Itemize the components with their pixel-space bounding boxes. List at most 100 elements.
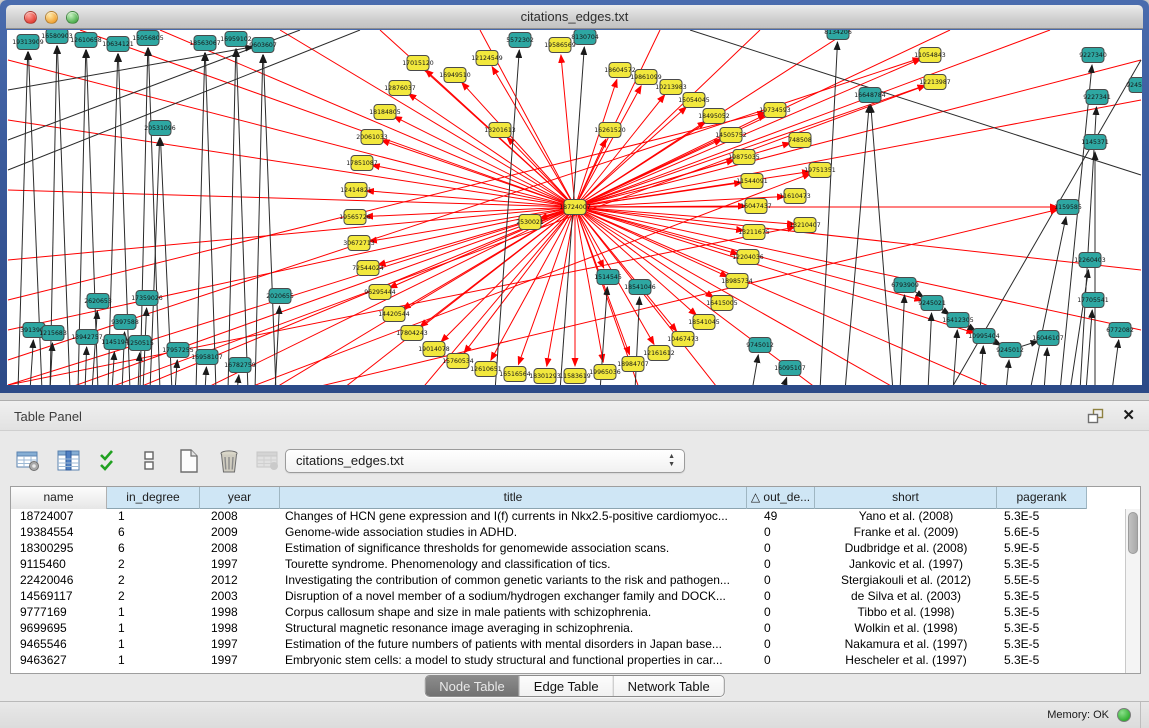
table-row[interactable]: 2242004622012Investigating the contribut… xyxy=(11,573,1125,589)
teal-node[interactable]: 18563067 xyxy=(189,36,221,51)
yellow-node[interactable]: 14505752 xyxy=(715,128,747,143)
yellow-node[interactable]: 10213983 xyxy=(655,80,687,95)
yellow-node[interactable]: 18541045 xyxy=(688,315,720,330)
yellow-node[interactable]: 11544091 xyxy=(736,174,768,189)
teal-node[interactable]: 17957255 xyxy=(162,343,194,358)
teal-node[interactable]: 12610658 xyxy=(70,33,102,48)
teal-node[interactable]: 17359026 xyxy=(131,291,163,306)
teal-node[interactable]: 15056805 xyxy=(132,31,164,46)
teal-node[interactable]: 16782759 xyxy=(224,358,256,373)
table-row[interactable]: 946362711997Embryonic stem cells: a mode… xyxy=(11,653,1125,669)
table-row[interactable]: 1872400712008Changes of HCN gene express… xyxy=(11,509,1125,525)
yellow-node[interactable]: 15054045 xyxy=(678,93,710,108)
unselect-rows-icon[interactable] xyxy=(134,446,164,476)
teal-node[interactable]: 1145194 xyxy=(101,335,129,350)
teal-node[interactable]: 9227340 xyxy=(1079,48,1107,63)
teal-node[interactable]: 16648784 xyxy=(854,88,886,103)
citation-network-graph[interactable]: 1872400717015120128760371818480520061033… xyxy=(7,30,1142,385)
teal-node[interactable]: 2020655 xyxy=(266,289,294,304)
yellow-node[interactable]: 748508 xyxy=(788,133,812,148)
yellow-node[interactable]: 15760534 xyxy=(442,354,474,369)
teal-node[interactable]: 1215683 xyxy=(39,326,67,341)
yellow-node[interactable]: 12876037 xyxy=(384,81,416,96)
yellow-node[interactable]: 19875035 xyxy=(728,150,760,165)
teal-node[interactable]: 16095107 xyxy=(774,361,806,376)
teal-node[interactable]: 9603607 xyxy=(249,38,277,53)
table-scrollbar[interactable] xyxy=(1125,509,1140,673)
yellow-node[interactable]: 16047437 xyxy=(740,199,772,214)
yellow-node[interactable]: 16949510 xyxy=(439,68,471,83)
yellow-node[interactable]: 19751351 xyxy=(804,163,836,178)
network-canvas[interactable]: 1872400717015120128760371818480520061033… xyxy=(7,30,1142,385)
teal-node[interactable]: 19313909 xyxy=(12,35,44,50)
yellow-node[interactable]: 18301293 xyxy=(529,369,561,384)
teal-node[interactable]: 5572302 xyxy=(506,33,534,48)
table-row[interactable]: 1830029562008Estimation of significance … xyxy=(11,541,1125,557)
table-row[interactable]: 969969511998Structural magnetic resonanc… xyxy=(11,621,1125,637)
select-all-icon[interactable] xyxy=(94,446,124,476)
column-header-out_degree[interactable]: △ out_de... xyxy=(747,487,815,509)
teal-node[interactable]: 9245012 xyxy=(996,343,1024,358)
yellow-node[interactable]: 14420544 xyxy=(378,307,410,322)
yellow-node[interactable]: 18985734 xyxy=(721,274,753,289)
teal-node[interactable]: 12260403 xyxy=(1074,253,1106,268)
yellow-node[interactable]: 12213987 xyxy=(919,75,951,90)
yellow-node[interactable]: 12414821 xyxy=(340,183,372,198)
teal-node[interactable]: 18541046 xyxy=(624,280,656,295)
teal-node[interactable]: 1159585 xyxy=(1054,200,1082,215)
teal-node[interactable]: 9245113 xyxy=(1126,78,1142,93)
table-row[interactable]: 911546021997Tourette syndrome. Phenomeno… xyxy=(11,557,1125,573)
teal-node[interactable]: 13942757 xyxy=(71,330,103,345)
yellow-node[interactable]: 20061033 xyxy=(356,130,388,145)
trash-icon[interactable] xyxy=(214,446,244,476)
attribute-table-settings-icon[interactable] xyxy=(14,446,44,476)
yellow-node[interactable]: 16516564 xyxy=(499,367,531,382)
yellow-node[interactable]: 19734593 xyxy=(759,103,791,118)
teal-node[interactable]: 1250515 xyxy=(126,336,154,351)
teal-node[interactable]: 6772082 xyxy=(1106,323,1134,338)
column-header-title[interactable]: title xyxy=(280,487,747,509)
table-row[interactable]: 946554611997Estimation of the future num… xyxy=(11,637,1125,653)
yellow-node[interactable]: 16261520 xyxy=(594,123,626,138)
table-select-dropdown[interactable]: citations_edges.txt ▲▼ xyxy=(285,449,685,473)
teal-node[interactable]: 9227341 xyxy=(1083,90,1111,105)
table-row[interactable]: 1938455462009Genome-wide association stu… xyxy=(11,525,1125,541)
window-titlebar[interactable]: citations_edges.txt xyxy=(6,5,1143,29)
teal-node[interactable]: 8134206 xyxy=(824,30,852,40)
yellow-node[interactable]: 19565726 xyxy=(339,210,371,225)
column-header-short[interactable]: short xyxy=(815,487,997,509)
yellow-node[interactable]: 18984707 xyxy=(617,357,649,372)
tab-node-table[interactable]: Node Table xyxy=(425,676,520,697)
teal-node[interactable]: 20531096 xyxy=(144,121,176,136)
scrollbar-thumb[interactable] xyxy=(1128,512,1138,554)
yellow-node[interactable]: 12161612 xyxy=(643,346,675,361)
teal-node[interactable]: 9397588 xyxy=(111,315,139,330)
teal-node[interactable]: 2620653 xyxy=(84,294,112,309)
tab-network-table[interactable]: Network Table xyxy=(614,676,724,697)
teal-node[interactable]: 6793909 xyxy=(891,278,919,293)
column-header-year[interactable]: year xyxy=(200,487,280,509)
yellow-node[interactable]: 13211675 xyxy=(738,225,770,240)
teal-node[interactable]: 16958107 xyxy=(191,350,223,365)
yellow-node[interactable]: 17015120 xyxy=(402,56,434,71)
yellow-node[interactable]: 11583619 xyxy=(559,369,591,384)
select-column-icon[interactable] xyxy=(54,446,84,476)
teal-node[interactable]: 9245021 xyxy=(918,296,946,311)
yellow-node[interactable]: 17804243 xyxy=(396,326,428,341)
yellow-node[interactable]: 2530021 xyxy=(516,215,544,230)
tab-edge-table[interactable]: Edge Table xyxy=(520,676,614,697)
table-row[interactable]: 1456911722003Disruption of a novel membe… xyxy=(11,589,1125,605)
yellow-node[interactable]: 30672713 xyxy=(343,236,375,251)
table-row[interactable]: 977716911998Corpus callosum shape and si… xyxy=(11,605,1125,621)
yellow-node[interactable]: 13210407 xyxy=(789,218,821,233)
yellow-node[interactable]: 11054843 xyxy=(914,48,946,63)
yellow-node[interactable]: 18495052 xyxy=(698,109,730,124)
teal-node[interactable]: 9745012 xyxy=(746,338,774,353)
yellow-node[interactable]: 12124549 xyxy=(471,51,503,66)
yellow-node[interactable]: 18184805 xyxy=(369,105,401,120)
yellow-node[interactable]: 11610473 xyxy=(779,189,811,204)
teal-node[interactable]: 1514545 xyxy=(594,270,622,285)
close-panel-icon[interactable]: ✕ xyxy=(1122,406,1135,424)
teal-node[interactable]: 16959102 xyxy=(220,32,252,47)
yellow-node[interactable]: 12204036 xyxy=(732,250,764,265)
